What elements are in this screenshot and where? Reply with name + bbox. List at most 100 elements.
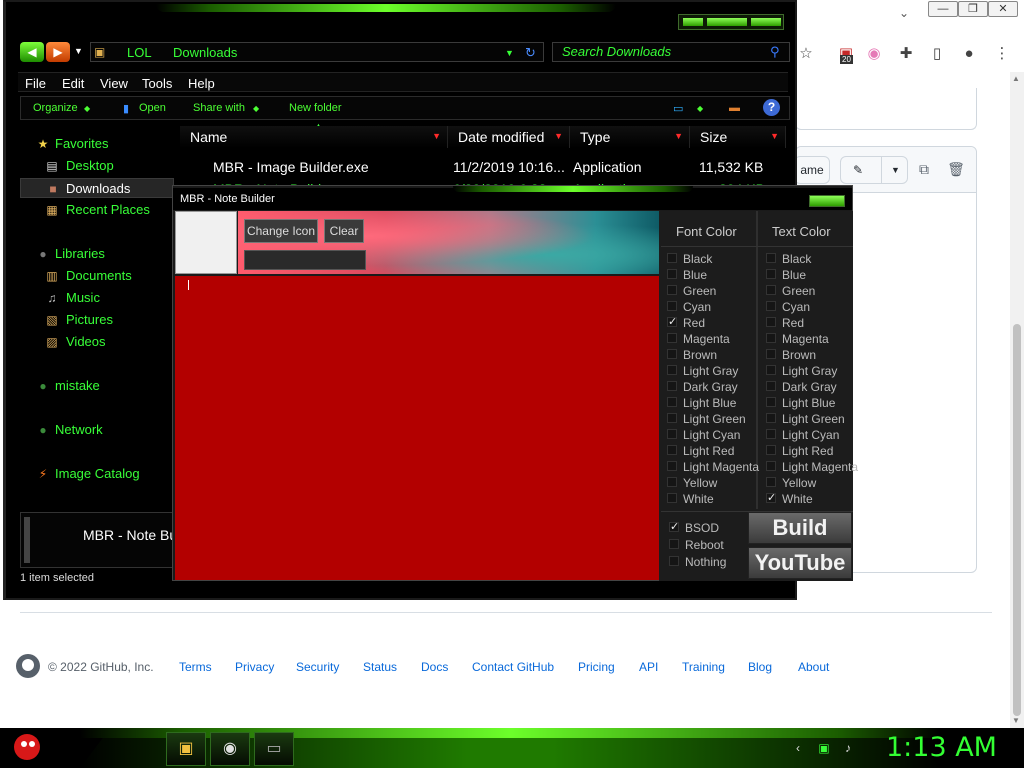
bookmark-star-icon[interactable]: ☆ <box>795 43 817 65</box>
column-date-dropdown-icon[interactable]: ▼ <box>554 131 563 141</box>
scroll-down-icon[interactable]: ▼ <box>1012 716 1020 725</box>
tab-search-chevron-icon[interactable]: ⌄ <box>899 6 909 20</box>
nav-recent-places[interactable]: ▦ Recent Places <box>16 200 174 220</box>
menu-edit[interactable]: Edit <box>62 76 84 91</box>
font-color-checkbox[interactable] <box>667 349 677 359</box>
column-name-dropdown-icon[interactable]: ▼ <box>432 131 441 141</box>
preview-pane-icon[interactable]: ▬ <box>729 102 740 114</box>
search-icon[interactable]: ⚲ <box>770 44 780 60</box>
clear-button[interactable]: Clear <box>324 219 364 243</box>
share-dropdown-icon[interactable]: ◆ <box>253 104 259 113</box>
address-bar[interactable]: ▣ LOL Downloads ▼ ↻ <box>90 42 544 62</box>
font-color-checkbox[interactable] <box>667 253 677 263</box>
font-color-checkbox[interactable] <box>667 493 677 503</box>
organize-dropdown-icon[interactable]: ◆ <box>84 104 90 113</box>
icon-preview[interactable] <box>175 211 237 274</box>
text-color-checkbox[interactable] <box>766 269 776 279</box>
footer-link-blog[interactable]: Blog <box>748 660 772 674</box>
footer-link-api[interactable]: API <box>639 660 658 674</box>
tray-expand-icon[interactable]: ‹ <box>790 740 806 756</box>
text-color-checkbox[interactable] <box>766 317 776 327</box>
profile-avatar-icon[interactable]: ● <box>958 43 980 65</box>
browser-menu-icon[interactable]: ⋮ <box>991 43 1013 65</box>
nav-libraries[interactable]: ● Libraries <box>16 244 174 264</box>
action-checkbox[interactable] <box>669 539 679 549</box>
recent-pages-chevron-icon[interactable]: ▼ <box>74 46 83 56</box>
text-color-checkbox[interactable] <box>766 301 776 311</box>
forward-arrow-icon[interactable]: ▶ <box>46 42 70 62</box>
footer-link-status[interactable]: Status <box>363 660 397 674</box>
font-color-checkbox[interactable] <box>667 285 677 295</box>
youtube-button[interactable]: YouTube <box>748 547 852 579</box>
icon-path-field[interactable] <box>244 250 366 270</box>
footer-link-about[interactable]: About <box>798 660 829 674</box>
share-with-button[interactable]: Share with <box>193 102 245 114</box>
extension-flag-icon[interactable]: ◉ <box>863 43 885 65</box>
nav-mistake[interactable]: ● mistake <box>16 376 174 396</box>
rename-button[interactable]: ame <box>794 156 830 184</box>
open-button[interactable]: Open <box>139 102 166 114</box>
file-row[interactable]: MBR - Image Builder.exe 11/2/2019 10:16.… <box>180 156 786 178</box>
font-color-checkbox[interactable] <box>667 429 677 439</box>
refresh-icon[interactable]: ↻ <box>525 45 536 61</box>
search-input[interactable]: Search Downloads <box>552 42 790 62</box>
column-type-dropdown-icon[interactable]: ▼ <box>674 131 683 141</box>
font-color-checkbox[interactable] <box>667 445 677 455</box>
column-date-modified[interactable]: Date modified ▼ <box>448 126 570 148</box>
nav-pictures[interactable]: ▧ Pictures <box>16 310 174 330</box>
start-button[interactable] <box>8 728 48 768</box>
font-color-checkbox[interactable] <box>667 269 677 279</box>
extensions-puzzle-icon[interactable]: ✚ <box>895 43 917 65</box>
text-color-checkbox[interactable] <box>766 253 776 263</box>
column-type[interactable]: Type ▼ <box>570 126 690 148</box>
trash-icon[interactable]: 🗑 <box>946 159 966 179</box>
footer-link-training[interactable]: Training <box>682 660 725 674</box>
view-dropdown-icon[interactable]: ◆ <box>697 104 703 113</box>
column-name[interactable]: Name ▼ <box>180 126 448 148</box>
note-builder-close-button[interactable] <box>809 195 845 207</box>
nav-music[interactable]: ♫ Music <box>16 288 174 308</box>
note-text-editor[interactable] <box>175 276 659 580</box>
change-icon-button[interactable]: Change Icon <box>244 219 318 243</box>
organize-button[interactable]: Organize <box>33 102 78 114</box>
browser-close-button[interactable]: ✕ <box>988 1 1018 17</box>
column-size-dropdown-icon[interactable]: ▼ <box>770 131 779 141</box>
page-scrollbar[interactable]: ▲ ▼ <box>1010 72 1024 728</box>
text-color-checkbox[interactable] <box>766 413 776 423</box>
github-logo-icon[interactable] <box>16 654 40 678</box>
text-color-checkbox[interactable] <box>766 429 776 439</box>
column-size[interactable]: Size ▼ <box>690 126 786 148</box>
explorer-close-button[interactable] <box>751 18 781 26</box>
font-color-checkbox[interactable] <box>667 315 677 328</box>
font-color-checkbox[interactable] <box>667 461 677 471</box>
font-color-checkbox[interactable] <box>667 365 677 375</box>
text-color-checkbox[interactable] <box>766 477 776 487</box>
menu-file[interactable]: File <box>25 76 46 91</box>
taskbar-chrome-button[interactable]: ◉ <box>210 732 250 766</box>
help-icon[interactable]: ? <box>763 99 780 116</box>
action-checkbox[interactable] <box>669 556 679 566</box>
footer-link-pricing[interactable]: Pricing <box>578 660 615 674</box>
volume-tray-icon[interactable]: ♪ <box>840 740 856 756</box>
scroll-up-icon[interactable]: ▲ <box>1012 74 1020 83</box>
nav-downloads[interactable]: ■ Downloads <box>20 178 174 198</box>
text-color-checkbox[interactable] <box>766 349 776 359</box>
back-arrow-icon[interactable]: ◀ <box>20 42 44 62</box>
footer-link-docs[interactable]: Docs <box>421 660 448 674</box>
nav-documents[interactable]: ▥ Documents <box>16 266 174 286</box>
font-color-checkbox[interactable] <box>667 301 677 311</box>
text-color-checkbox[interactable] <box>766 397 776 407</box>
text-color-checkbox[interactable] <box>766 365 776 375</box>
nav-favorites[interactable]: ★ Favorites <box>16 134 174 154</box>
nav-network[interactable]: ● Network <box>16 420 174 440</box>
explorer-maximize-button[interactable] <box>707 18 747 26</box>
font-color-checkbox[interactable] <box>667 413 677 423</box>
action-checkbox[interactable] <box>669 520 679 533</box>
edit-dropdown-button[interactable]: ✎ ▼ <box>840 156 908 184</box>
browser-minimize-button[interactable]: — <box>928 1 958 17</box>
font-color-checkbox[interactable] <box>667 397 677 407</box>
scrollbar-thumb[interactable] <box>1013 324 1021 716</box>
font-color-checkbox[interactable] <box>667 381 677 391</box>
text-color-checkbox[interactable] <box>766 285 776 295</box>
text-color-checkbox[interactable] <box>766 491 776 504</box>
